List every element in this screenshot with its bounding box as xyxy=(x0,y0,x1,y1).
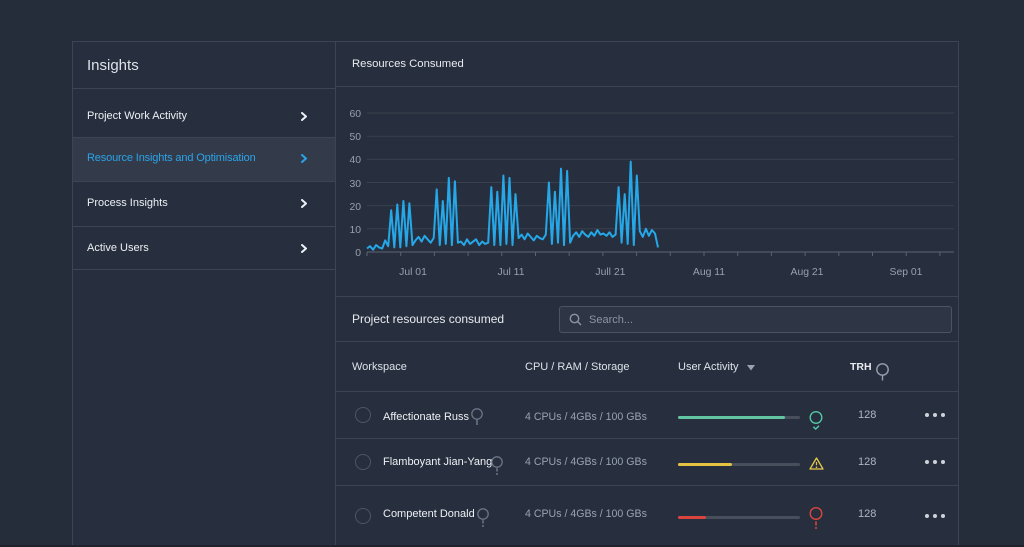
svg-text:0: 0 xyxy=(355,248,361,259)
svg-text:Jul 11: Jul 11 xyxy=(498,267,525,278)
svg-text:40: 40 xyxy=(349,155,361,166)
svg-text:Jul 01: Jul 01 xyxy=(399,267,427,278)
svg-text:60: 60 xyxy=(349,109,361,120)
svg-text:Jull 21: Jull 21 xyxy=(595,267,625,278)
svg-text:Aug 21: Aug 21 xyxy=(791,267,824,278)
svg-text:20: 20 xyxy=(349,202,361,213)
svg-text:30: 30 xyxy=(349,179,361,190)
svg-text:10: 10 xyxy=(349,225,361,236)
svg-text:Aug 11: Aug 11 xyxy=(693,267,725,278)
svg-text:Sep 01: Sep 01 xyxy=(890,267,923,278)
svg-text:50: 50 xyxy=(349,132,361,143)
